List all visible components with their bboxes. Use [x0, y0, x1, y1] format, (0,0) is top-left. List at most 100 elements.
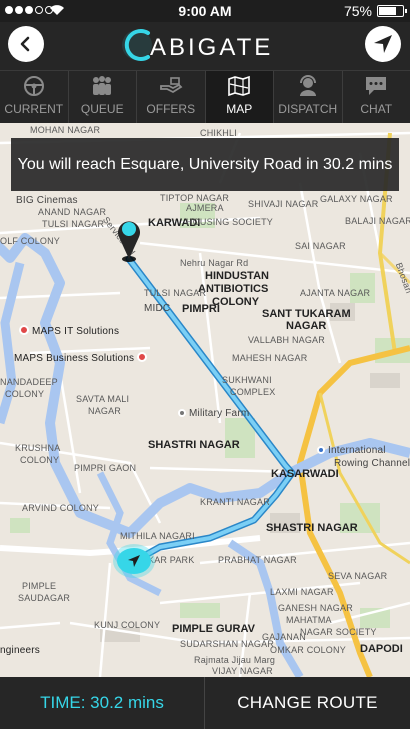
map-label: NAGAR SOCIETY [300, 627, 377, 637]
pin-icon [137, 352, 148, 362]
map-view[interactable]: MOHAN NAGAR CHIKHLI BIG Cinemas ANAND NA… [0, 123, 410, 677]
map-label: SAVTA MALI [76, 394, 130, 404]
map-label: ANTIBIOTICS [198, 283, 269, 295]
back-button[interactable] [8, 26, 44, 62]
map-label: NAGAR [286, 320, 327, 332]
map-label: VALLABH NAGAR [248, 335, 325, 345]
map-label: MAPS IT Solutions [32, 326, 120, 337]
map-label: PIMPRI [182, 303, 220, 315]
navigation-arrow-icon [128, 555, 140, 567]
map-label: HOUSING SOCIETY [186, 217, 274, 227]
map-label: MAHATMA [286, 615, 332, 625]
tab-dispatch-label: DISPATCH [278, 102, 338, 116]
map-label: VIJAY NAGAR [212, 666, 273, 676]
eta-banner: You will reach Esquare, University Road … [11, 138, 399, 191]
map-label: GALAXY NAGAR [320, 194, 393, 204]
map-label: PIMPLE GURAV [172, 623, 255, 635]
map-label: Military Farm [189, 408, 250, 419]
map-label: NAGAR [88, 406, 122, 416]
tab-map-label: MAP [226, 102, 253, 116]
pin-icon [317, 446, 325, 454]
map-label: MIDC [144, 303, 171, 314]
current-location-marker[interactable] [117, 548, 151, 574]
map-label: KUNJ COLONY [94, 620, 161, 630]
battery-percent: 75% [343, 3, 372, 19]
map-label: SHASTRI NAGAR [148, 439, 240, 451]
map-label: SHASTRI NAGAR [266, 522, 358, 534]
map-label: OMKAR COLONY [270, 645, 346, 655]
map-label: PIMPLE [22, 581, 57, 591]
map-label: PIMPRI GAON [74, 463, 137, 473]
map-label: MOHAN NAGAR [30, 125, 101, 135]
map-label: MAPS Business Solutions [14, 353, 135, 364]
map-label: BIG Cinemas [16, 195, 78, 206]
map-label: KRUSHNA [15, 443, 61, 453]
destination-pin-icon[interactable] [114, 215, 144, 263]
hand-offer-icon [159, 77, 183, 94]
map-label: KAR PARK [148, 555, 195, 565]
trip-time: TIME: 30.2 mins [0, 677, 205, 729]
map-label: SUKHWANI [222, 375, 272, 385]
pin-icon [178, 409, 186, 417]
map-label: International [328, 445, 386, 456]
people-queue-icon [93, 76, 112, 95]
map-label: HINDUSTAN [205, 270, 269, 282]
map-label: COLONY [20, 455, 60, 465]
battery-icon [377, 5, 407, 17]
maps-it-poi[interactable]: MAPS IT Solutions [16, 325, 119, 337]
app-logo: ABIGATE [120, 25, 290, 65]
map-label: GANESH NAGAR [278, 603, 353, 613]
map-label: NANDADEEP [0, 377, 58, 387]
chevron-left-icon [20, 36, 30, 52]
map-label: MAHESH NAGAR [232, 353, 308, 363]
headset-icon [299, 75, 316, 96]
steering-wheel-icon [23, 76, 44, 96]
map-label: AJMERA [186, 203, 224, 213]
tab-queue[interactable]: QUEUE [69, 71, 137, 123]
navigation-arrow-icon [374, 35, 392, 53]
map-label: SEVA NAGAR [328, 571, 388, 581]
locate-button[interactable] [365, 26, 401, 62]
app-header: ABIGATE [0, 22, 410, 70]
pin-icon [19, 325, 29, 335]
tab-offers[interactable]: OFFERS [137, 71, 206, 123]
chat-icon [366, 77, 387, 95]
map-label: TULSI NAGAR [144, 288, 207, 298]
tab-current-label: CURRENT [4, 102, 64, 116]
map-label: ngineers [0, 645, 40, 656]
map-label: BALAJI NAGAR [345, 216, 410, 226]
map-label: COLONY [5, 389, 45, 399]
tab-offers-label: OFFERS [146, 102, 196, 116]
map-label: Rowing Channel [334, 458, 410, 469]
map-label: ARVIND COLONY [22, 503, 99, 513]
maps-business-poi[interactable]: MAPS Business Solutions [14, 352, 150, 364]
map-label: PRABHAT NAGAR [218, 555, 297, 565]
map-label: SAI NAGAR [295, 241, 346, 251]
bottom-bar: TIME: 30.2 mins CHANGE ROUTE [0, 677, 410, 729]
tab-chat[interactable]: CHAT [343, 71, 410, 123]
map-label: CHIKHLI [200, 128, 237, 138]
map-label: TULSI NAGAR [42, 219, 105, 229]
map-label: KASARWADI [271, 468, 339, 480]
map-label: KRANTI NAGAR [200, 497, 270, 507]
map-label: International [314, 445, 386, 456]
map-label: TIPTOP NAGAR [160, 193, 230, 203]
map-label: SUDARSHAN NAGAR [180, 639, 275, 649]
map-label: Military Farm [175, 408, 249, 419]
map-icon [228, 75, 251, 97]
map-label: OLF COLONY [0, 236, 61, 246]
map-label: MITHILA NAGARI [120, 531, 195, 541]
map-label: SANT TUKARAM [262, 308, 351, 320]
tab-bar: CURRENT QUEUE OFFERS MAP DISPATCH CHAT [0, 70, 410, 123]
tab-dispatch[interactable]: DISPATCH [274, 71, 343, 123]
logo-c-icon [122, 29, 152, 61]
tab-current[interactable]: CURRENT [0, 71, 69, 123]
brand-name: ABIGATE [150, 34, 274, 61]
map-label: Rajmata Jijau Marg [194, 655, 276, 665]
tab-map[interactable]: MAP [205, 71, 274, 123]
map-label: SAUDAGAR [18, 593, 71, 603]
map-label: AJANTA NAGAR [300, 288, 371, 298]
map-label: LAXMI NAGAR [270, 587, 334, 597]
map-label: ANAND NAGAR [38, 207, 107, 217]
change-route-button[interactable]: CHANGE ROUTE [205, 677, 410, 729]
